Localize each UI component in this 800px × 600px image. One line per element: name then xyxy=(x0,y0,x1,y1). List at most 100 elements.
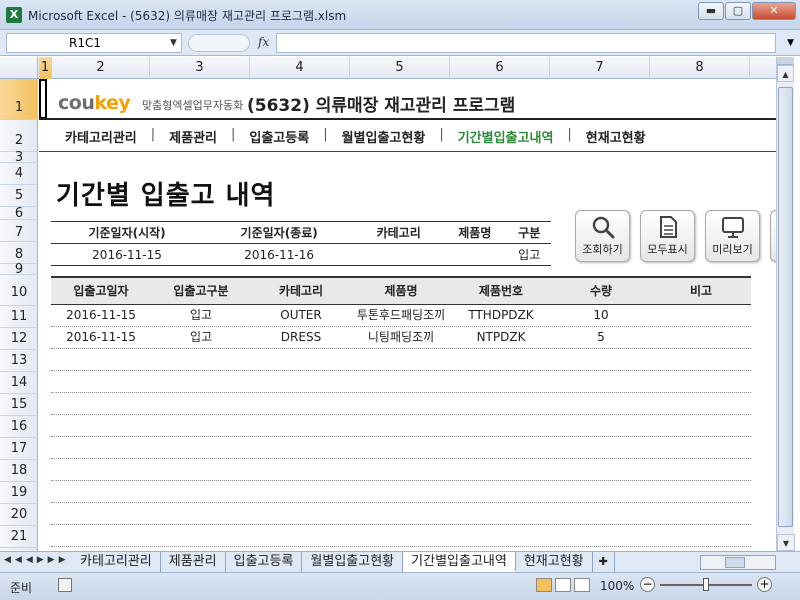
row-header[interactable]: 8 xyxy=(0,242,38,264)
formula-input[interactable] xyxy=(276,33,776,53)
row-header[interactable]: 16 xyxy=(0,416,38,438)
page-layout-view-button[interactable] xyxy=(555,578,571,592)
table-cell[interactable]: 입고 xyxy=(151,305,251,326)
zoom-slider-thumb[interactable] xyxy=(703,578,709,591)
expand-formula-icon[interactable]: ▼ xyxy=(787,38,794,48)
type-field[interactable]: 입고 xyxy=(507,243,551,266)
tab-navigation-icons[interactable]: ◀◀◀▶▶▶ xyxy=(4,555,70,565)
column-header[interactable]: 7 xyxy=(550,57,650,79)
search-button[interactable]: 조회하기 xyxy=(575,210,630,262)
column-header[interactable]: 4 xyxy=(250,57,350,79)
name-box[interactable]: R1C1 xyxy=(6,33,182,53)
table-row[interactable] xyxy=(51,481,751,503)
table-cell[interactable]: TTHDPDZK xyxy=(451,305,551,326)
table-cell[interactable]: NTPDZK xyxy=(451,327,551,348)
table-cell[interactable]: 2016-11-15 xyxy=(51,327,151,348)
close-button[interactable]: ✕ xyxy=(752,2,796,20)
row-header[interactable]: 21 xyxy=(0,526,38,548)
zoom-level[interactable]: 100% xyxy=(600,579,634,593)
row-header[interactable]: 12 xyxy=(0,328,38,350)
column-header[interactable]: 8 xyxy=(650,57,750,79)
start-date-field[interactable]: 2016-11-15 xyxy=(51,243,204,266)
product-name-field[interactable] xyxy=(442,243,508,266)
row-header[interactable]: 3 xyxy=(0,151,38,164)
table-cell[interactable]: 10 xyxy=(551,305,651,326)
tab-inout-register[interactable]: 입출고등록 xyxy=(225,552,303,572)
row-header[interactable]: 10 xyxy=(0,275,38,306)
table-row[interactable] xyxy=(51,525,751,547)
tab-category[interactable]: 카테고리관리 xyxy=(72,552,161,572)
preview-button[interactable]: 미리보기 xyxy=(705,210,760,262)
table-row[interactable] xyxy=(51,459,751,481)
row-header[interactable]: 5 xyxy=(0,185,38,207)
tab-product[interactable]: 제품관리 xyxy=(160,552,226,572)
split-handle[interactable] xyxy=(777,57,794,65)
horizontal-scrollbar[interactable] xyxy=(700,555,776,570)
row-header[interactable]: 7 xyxy=(0,220,38,242)
show-all-button[interactable]: 모두표시 xyxy=(640,210,695,262)
row-header[interactable]: 4 xyxy=(0,163,38,185)
scroll-thumb[interactable] xyxy=(778,87,793,527)
table-cell[interactable] xyxy=(651,327,751,348)
maximize-button[interactable]: ▢ xyxy=(725,2,751,20)
column-header[interactable]: 3 xyxy=(150,57,250,79)
worksheet[interactable]: coukey 맞춤형엑셀업무자동화 (5632) 의류매장 재고관리 프로그램 … xyxy=(39,79,776,551)
macro-record-icon[interactable] xyxy=(58,578,72,592)
nav-item-inout-register[interactable]: 입출고등록 xyxy=(249,127,309,146)
select-all-corner[interactable] xyxy=(0,57,38,79)
row-header[interactable]: 19 xyxy=(0,482,38,504)
row-header[interactable]: 15 xyxy=(0,394,38,416)
table-row[interactable] xyxy=(51,503,751,525)
table-row[interactable]: 2016-11-15 입고 DRESS 니팅패딩조끼 NTPDZK 5 xyxy=(51,327,751,349)
nav-item-product[interactable]: 제품관리 xyxy=(169,127,217,146)
row-header[interactable]: 13 xyxy=(0,350,38,372)
table-row[interactable] xyxy=(51,393,751,415)
scroll-up-icon[interactable]: ▲ xyxy=(777,65,794,82)
minimize-button[interactable]: ▬ xyxy=(698,2,724,20)
category-field[interactable] xyxy=(355,243,443,266)
row-header[interactable]: 6 xyxy=(0,207,38,220)
new-sheet-icon[interactable]: ✚ xyxy=(592,552,615,572)
table-row[interactable] xyxy=(51,349,751,371)
row-header[interactable]: 11 xyxy=(0,306,38,328)
column-header[interactable]: 6 xyxy=(450,57,550,79)
chevron-down-icon[interactable]: ▼ xyxy=(170,38,177,48)
column-header[interactable]: 2 xyxy=(52,57,150,79)
table-row[interactable] xyxy=(51,371,751,393)
nav-item-monthly[interactable]: 월별입출고현황 xyxy=(342,127,426,146)
table-cell[interactable]: 투톤후드패딩조끼 xyxy=(351,305,451,326)
table-cell[interactable] xyxy=(651,305,751,326)
scroll-down-icon[interactable]: ▼ xyxy=(777,534,795,551)
row-header[interactable]: 17 xyxy=(0,438,38,460)
table-row[interactable] xyxy=(51,437,751,459)
table-cell[interactable]: 입고 xyxy=(151,327,251,348)
page-break-view-button[interactable] xyxy=(574,578,590,592)
zoom-out-icon[interactable]: − xyxy=(640,577,655,592)
column-header[interactable]: 5 xyxy=(350,57,450,79)
nav-item-current-stock[interactable]: 현재고현황 xyxy=(586,127,646,146)
table-row[interactable] xyxy=(51,415,751,437)
nav-item-category[interactable]: 카테고리관리 xyxy=(65,127,137,146)
row-header[interactable]: 20 xyxy=(0,504,38,526)
row-header[interactable]: 9 xyxy=(0,263,38,276)
table-cell[interactable]: 니팅패딩조끼 xyxy=(351,327,451,348)
tab-current-stock[interactable]: 현재고현황 xyxy=(515,552,593,572)
row-header[interactable]: 18 xyxy=(0,460,38,482)
table-cell[interactable]: 2016-11-15 xyxy=(51,305,151,326)
table-row[interactable]: 2016-11-15 입고 OUTER 투톤후드패딩조끼 TTHDPDZK 10 xyxy=(51,305,751,327)
vertical-scrollbar[interactable]: ▲ ▼ xyxy=(776,57,795,551)
row-header[interactable]: 2 xyxy=(0,120,38,152)
column-header[interactable]: 1 xyxy=(39,57,52,79)
table-cell[interactable]: 5 xyxy=(551,327,651,348)
zoom-in-icon[interactable]: + xyxy=(757,577,772,592)
insert-function-button[interactable]: fx xyxy=(258,35,269,49)
tab-monthly[interactable]: 월별입출고현황 xyxy=(302,552,404,572)
nav-item-period-history[interactable]: 기간별입출고내역 xyxy=(458,127,554,146)
selected-cell[interactable] xyxy=(39,79,47,119)
horizontal-scroll-thumb[interactable] xyxy=(725,557,745,568)
row-header[interactable]: 14 xyxy=(0,372,38,394)
excel-icon[interactable]: X xyxy=(6,7,22,23)
row-header[interactable]: 1 xyxy=(0,79,38,120)
end-date-field[interactable]: 2016-11-16 xyxy=(203,243,356,266)
normal-view-button[interactable] xyxy=(536,578,552,592)
